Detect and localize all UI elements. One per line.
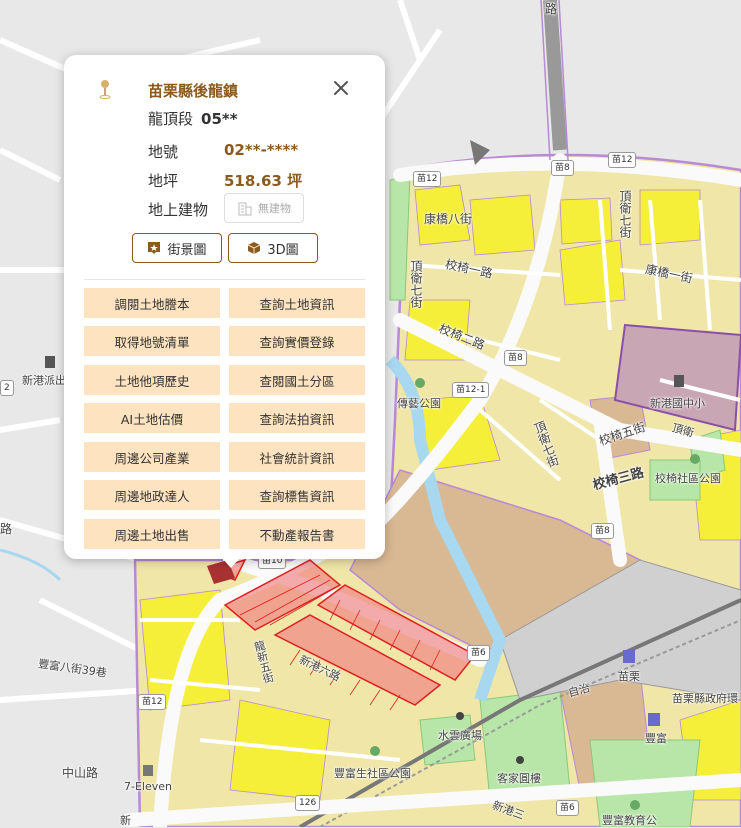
no-building-text: 無建物 (258, 202, 291, 215)
poi-label-xingang-school: 新港國中小 (650, 397, 705, 410)
poi-label-fengfu-edu: 豐富教育公 (602, 814, 657, 827)
popup-title: 苗栗縣後龍鎮 (148, 82, 239, 100)
land-area-value: 518.63 坪 (224, 172, 303, 190)
street-view-label: 街景圖 (167, 242, 207, 258)
section-label: 龍頂段 (148, 110, 194, 128)
street-label-zhongshan: 中山路 (62, 766, 99, 780)
action-button[interactable]: 調閱土地謄本 (84, 288, 220, 318)
poi-label-chuanyi-park: 傳藝公園 (397, 397, 441, 410)
route-shield: 苗12 (413, 171, 442, 187)
action-button[interactable]: 周邊土地出售 (84, 519, 220, 549)
action-button[interactable]: 取得地號清單 (84, 326, 220, 356)
section-value: 05** (201, 110, 238, 128)
poi-label-jiaoyi-park: 校椅社區公園 (655, 472, 721, 485)
poi-label-fengfu-station: 豐富 (645, 732, 667, 745)
poi-label-shuiyun: 水雲廣場 (438, 729, 482, 742)
action-button[interactable]: 周邊公司產業 (84, 442, 220, 472)
poi-label-7eleven: 7-Eleven (124, 780, 172, 793)
popup-divider (84, 279, 365, 280)
action-button[interactable]: 社會統計資訊 (229, 442, 365, 472)
location-pin-icon (99, 80, 111, 99)
street-label-dingwei7: 頂衛七街 (618, 190, 632, 238)
street-view-button[interactable]: 街景圖 (132, 233, 222, 263)
land-info-popup: 苗栗縣後龍鎮 龍頂段 05** 地號 02**-**** 地坪 518.63 坪 … (64, 55, 385, 568)
action-button[interactable]: 土地他項歷史 (84, 365, 220, 395)
action-button[interactable]: 查詢實價登錄 (229, 326, 365, 356)
building-icon (238, 202, 252, 216)
view-3d-label: 3D圖 (267, 242, 299, 258)
action-button[interactable]: AI土地估價 (84, 403, 220, 433)
highway (543, 0, 567, 151)
poi-label-county-gov: 苗栗縣政府環 (672, 692, 738, 705)
route-shield: 苗12-1 (452, 382, 490, 398)
route-shield: 苗12 (138, 694, 167, 710)
route-shield: 苗6 (556, 800, 579, 816)
view-3d-button[interactable]: 3D圖 (228, 233, 318, 263)
action-button[interactable]: 周邊地政達人 (84, 480, 220, 510)
land-section: 龍頂段 05** (148, 108, 238, 129)
building-label: 地上建物 (148, 201, 209, 219)
route-shield: 苗8 (591, 523, 614, 539)
route-shield: 苗12 (608, 152, 637, 168)
action-button[interactable]: 查詢法拍資訊 (229, 403, 365, 433)
route-shield: 苗6 (467, 645, 490, 661)
street-label-kangqiao8: 康橋八街 (424, 212, 473, 226)
street-label-road2: 路 (0, 522, 13, 536)
action-button[interactable]: 查閱國土分區 (229, 365, 365, 395)
no-building-badge: 無建物 (224, 193, 304, 223)
route-shield: 126 (295, 795, 321, 811)
poi-label-fengfu-park: 豐富生社區公園 (334, 767, 411, 780)
cube-icon (248, 242, 261, 254)
poi-label-hakka: 客家圓樓 (497, 772, 541, 785)
route-shield: 2 (0, 380, 14, 396)
route-shield: 苗8 (504, 350, 527, 366)
land-area-label: 地坪 (148, 172, 179, 190)
poi-label-miaoli-station: 苗栗 (618, 670, 640, 683)
close-icon[interactable] (330, 77, 352, 99)
lot-number-value: 02**-**** (224, 141, 299, 159)
action-button[interactable]: 查詢標售資訊 (229, 480, 365, 510)
route-shield: 苗8 (551, 160, 574, 176)
street-label-xin: 新 (120, 814, 131, 827)
action-button[interactable]: 不動產報告書 (229, 519, 365, 549)
street-label-dingwei-left: 頂衛七街 (409, 260, 423, 308)
lot-number-label: 地號 (148, 143, 179, 161)
street-view-icon (148, 242, 161, 254)
action-button[interactable]: 查詢土地資訊 (229, 288, 365, 318)
poi-label-xingang-police: 新港派出 (22, 374, 66, 387)
street-label-road: 路 (545, 2, 558, 16)
